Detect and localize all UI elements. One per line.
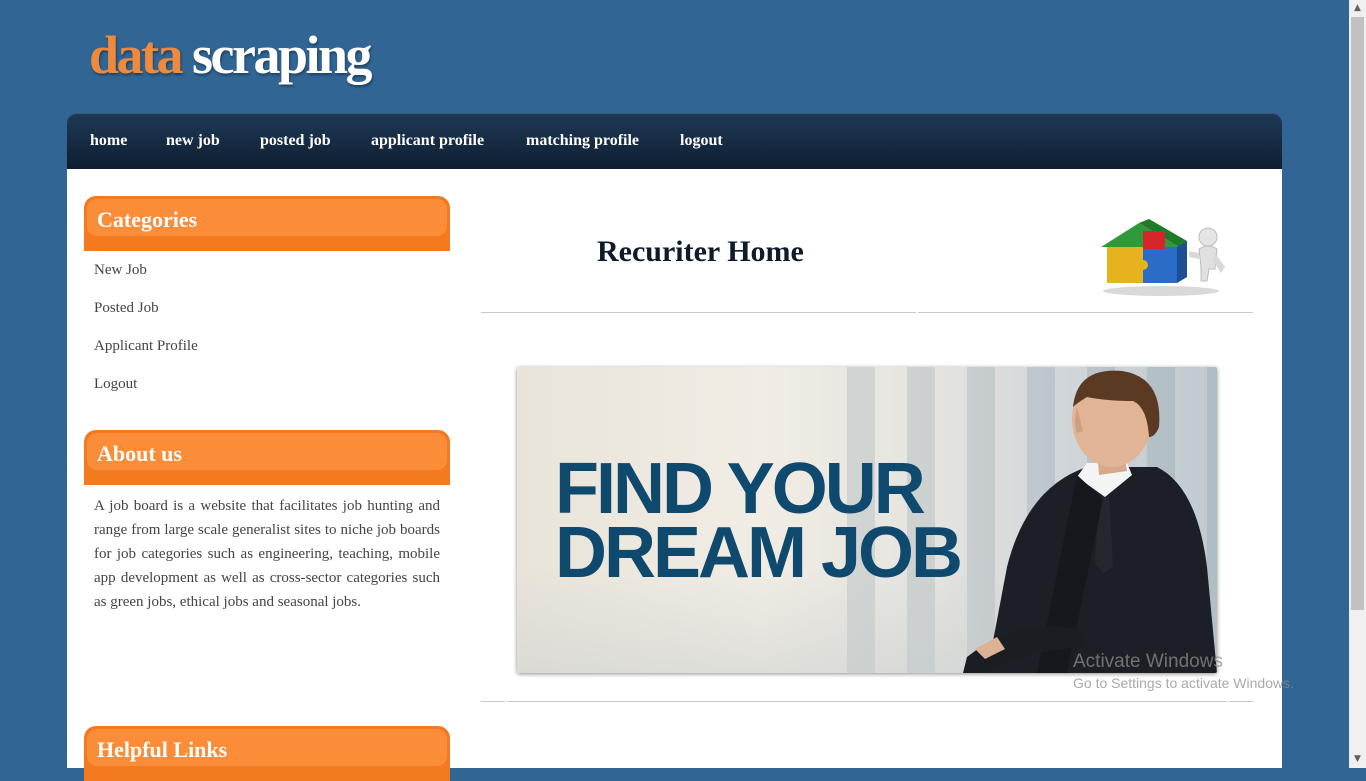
helpful-links-title: Helpful Links [97,737,228,762]
site-logo[interactable]: data scraping [89,22,373,88]
scroll-down-icon[interactable]: ▼ [1349,751,1366,768]
divider [1229,701,1253,702]
main-nav: home new job posted job applicant profil… [67,113,1282,169]
nav-applicant-profile[interactable]: applicant profile [371,132,484,150]
category-link-posted-job[interactable]: Posted Job [94,300,159,317]
divider [507,701,1227,702]
logo-part-scraping: scraping [192,25,373,85]
businessman-image [963,370,1217,673]
categories-header: Categories [84,196,450,251]
nav-logout[interactable]: logout [680,132,723,150]
category-link-applicant-profile[interactable]: Applicant Profile [94,338,198,355]
puzzle-house-icon [1101,219,1225,296]
logo-part-data: data [89,25,184,85]
nav-matching-profile[interactable]: matching profile [526,132,639,150]
nav-posted-job[interactable]: posted job [260,132,331,150]
banner-line-2: DREAM JOB [555,513,963,593]
banner-headline: FIND YOUR DREAM JOB [555,449,963,593]
page-title: Recuriter Home [597,235,804,268]
category-link-new-job[interactable]: New Job [94,262,147,279]
about-header: About us [84,430,450,485]
banner-line-1: FIND YOUR [555,449,926,529]
divider [918,312,1253,313]
divider [481,312,916,313]
about-text: A job board is a website that facilitate… [94,498,440,610]
helpful-links-header: Helpful Links [84,726,450,781]
dream-job-banner: FIND YOUR DREAM JOB [517,367,1217,673]
watermark-line-2: Go to Settings to activate Windows. [1073,675,1294,691]
scroll-up-icon[interactable]: ▲ [1349,0,1366,17]
categories-title: Categories [97,207,198,232]
category-link-logout[interactable]: Logout [94,376,137,393]
vertical-scrollbar[interactable]: ▲ ▼ [1349,0,1366,768]
nav-home[interactable]: home [90,132,127,150]
nav-new-job[interactable]: new job [166,132,220,150]
about-title: About us [97,441,182,466]
divider [481,701,505,702]
activate-windows-watermark: Activate Windows Go to Settings to activ… [1073,651,1294,691]
scrollbar-thumb[interactable] [1351,17,1364,610]
watermark-line-1: Activate Windows [1073,651,1223,672]
